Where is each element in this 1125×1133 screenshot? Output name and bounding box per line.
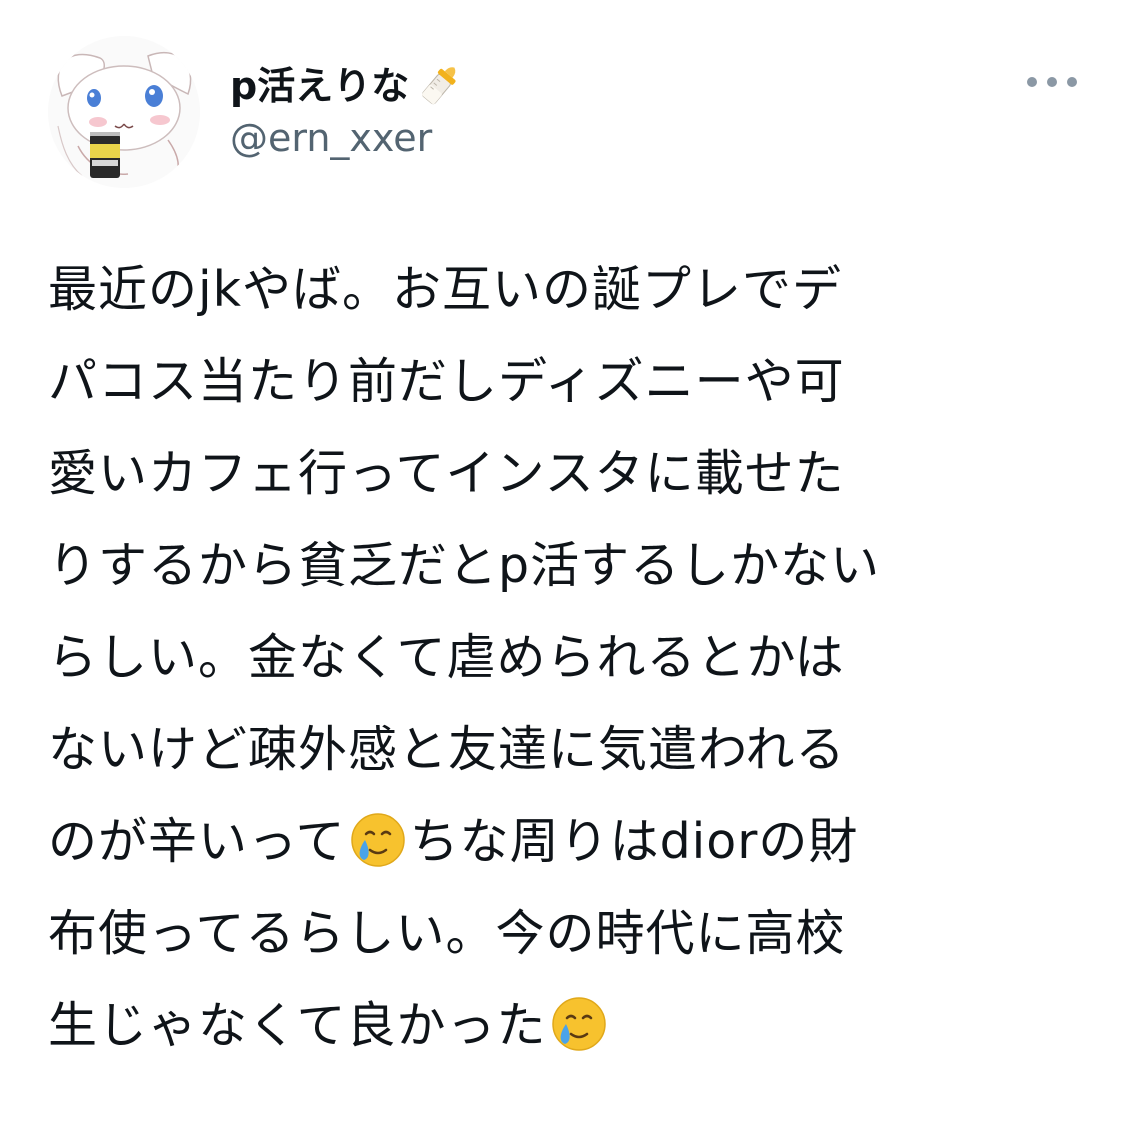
avatar[interactable] [48, 36, 200, 188]
tweet-text-line: 愛いカフェ行ってインスタに載せた [48, 445, 845, 502]
more-icon [1027, 77, 1077, 87]
display-name-row[interactable]: p活えりな [230, 56, 465, 116]
tweet-text-line: 布使ってるらしい。今の時代に高校 [48, 905, 846, 962]
tweet-text-line: のが辛いって ちな周りはdiorの財 [48, 796, 1088, 888]
tweet-text-segment: ちな周りはdiorの財 [409, 813, 859, 870]
tweet-text-line: パコス当たり前だしディズニーや可 [48, 353, 845, 410]
face-holding-back-tears-icon [348, 808, 408, 868]
avatar-icon [48, 36, 200, 188]
face-holding-back-tears-icon [549, 992, 609, 1052]
display-name: p活えりな [230, 64, 410, 108]
tweet-text-line: りするから貧乏だとp活するしかない [48, 537, 881, 594]
tweet-text-line: らしい。金なくて虐められるとかは [48, 629, 845, 686]
tweet: p活えりな @ern_xxer 最近のjkやば。お互いの誕プレでデ パコス当たり… [0, 0, 1125, 1133]
tweet-text: 最近のjkやば。お互いの誕プレでデ パコス当たり前だしディズニーや可 愛いカフェ… [48, 244, 1088, 1072]
baby-bottle-icon [413, 60, 465, 112]
tweet-text-line: 生じゃなくて良かった [48, 980, 1088, 1072]
tweet-text-segment: のが辛いって [48, 813, 346, 870]
tweet-text-segment: 生じゃなくて良かった [48, 997, 547, 1054]
more-options-button[interactable] [1020, 62, 1084, 102]
tweet-text-line: ないけど疎外感と友達に気遣われる [48, 721, 846, 778]
user-handle[interactable]: @ern_xxer [230, 114, 432, 162]
tweet-text-line: 最近のjkやば。お互いの誕プレでデ [48, 261, 842, 318]
